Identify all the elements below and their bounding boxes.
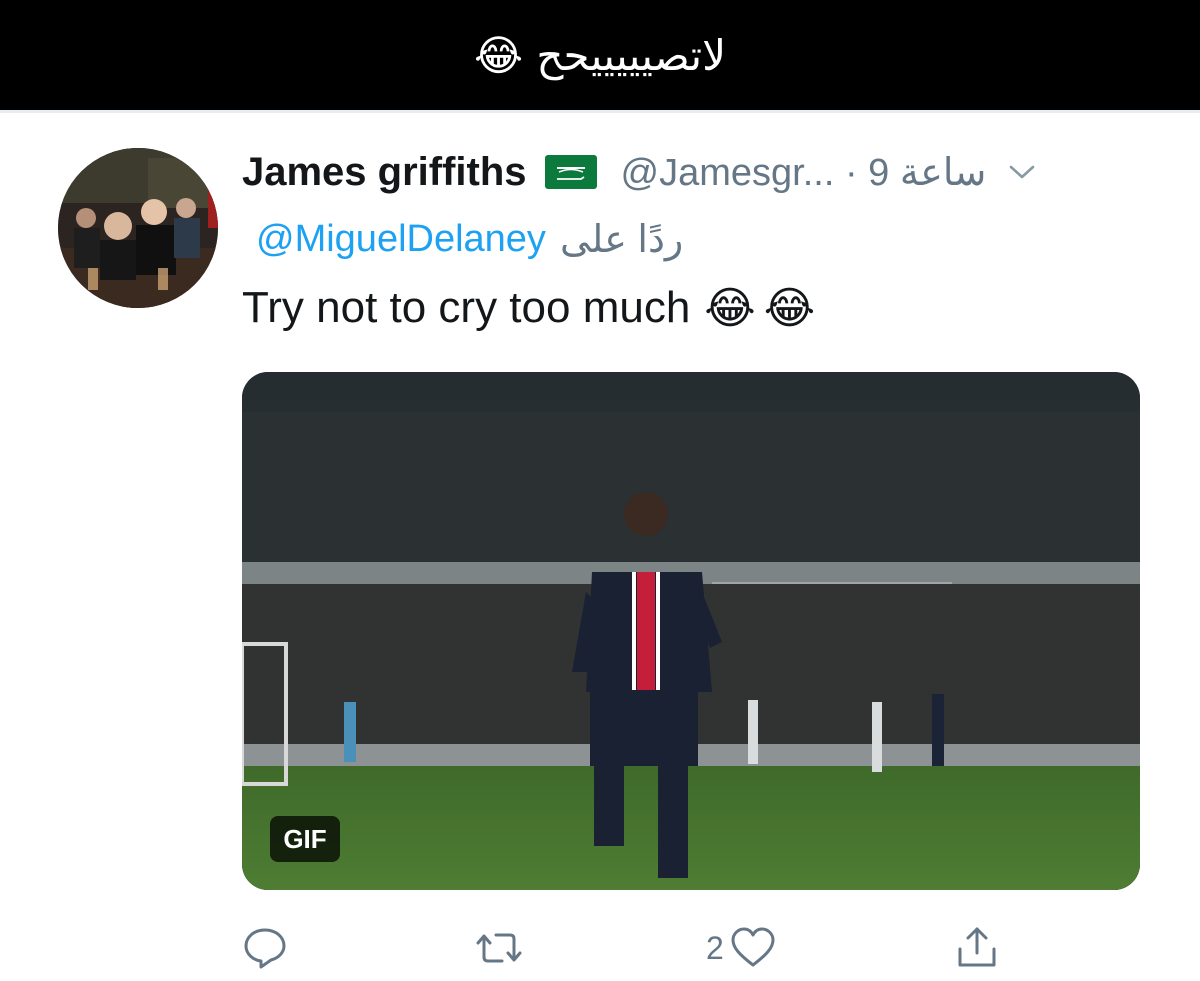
reply-mention-link[interactable]: @MiguelDelaney — [256, 218, 546, 261]
gif-media[interactable]: GIF — [242, 372, 1140, 890]
tweet-text: Try not to cry too much 😂😂 — [242, 278, 823, 338]
divider — [0, 110, 1200, 113]
tweet-actions: 2 — [242, 920, 1142, 980]
heart-icon — [731, 927, 775, 967]
tweet-emojis: 😂😂 — [704, 282, 824, 334]
like-count: 2 — [706, 929, 724, 966]
retweet-button[interactable] — [476, 920, 522, 976]
display-name[interactable]: James griffiths — [242, 150, 527, 195]
share-button[interactable] — [954, 920, 1000, 976]
reply-icon — [244, 928, 286, 969]
like-button[interactable]: 2 — [706, 920, 776, 976]
reply-prefix: ردًا على — [559, 218, 684, 261]
reply-context: @MiguelDelaney ردًا على — [256, 212, 683, 266]
avatar[interactable] — [58, 148, 218, 308]
gif-frame — [242, 372, 1140, 890]
handle-and-timestamp[interactable]: @Jamesgr... · 9 ساعة — [621, 150, 987, 195]
tweet-body: Try not to cry too much — [242, 283, 691, 332]
caption-text: لاتصيييييحح 😂 — [473, 30, 727, 80]
saudi-flag-icon — [544, 155, 597, 189]
reply-button[interactable] — [242, 920, 288, 976]
gif-badge: GIF — [270, 816, 340, 862]
retweet-icon — [476, 933, 522, 963]
share-icon — [958, 927, 996, 967]
tweet-header: James griffiths @Jamesgr... · 9 ساعة — [242, 144, 1152, 200]
avatar-photo — [58, 148, 218, 308]
chevron-down-icon[interactable] — [1008, 162, 1036, 182]
caption-bar: لاتصيييييحح 😂 — [0, 0, 1200, 110]
